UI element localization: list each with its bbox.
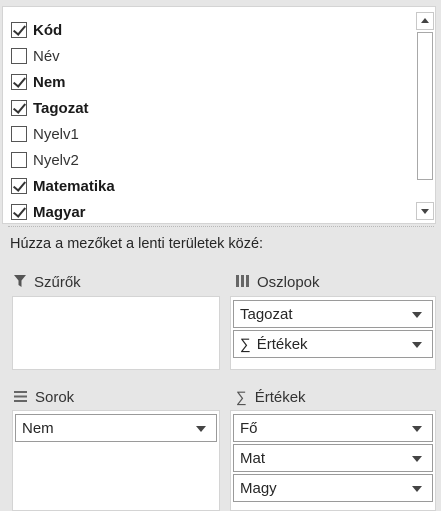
dropdown-arrow-icon[interactable]	[412, 342, 422, 348]
values-field-mat[interactable]: Mat	[233, 444, 433, 472]
rows-icon	[14, 389, 27, 405]
dropdown-arrow-icon[interactable]	[412, 312, 422, 318]
field-list[interactable]: Kód Név Nem Tagozat Nyelv1 Nyelv2 Matema…	[2, 6, 436, 224]
columns-field-tagozat[interactable]: Tagozat	[233, 300, 433, 328]
field-label: Nem	[33, 73, 66, 91]
checkbox-checked[interactable]	[11, 74, 27, 90]
filters-area-title: Szűrők	[34, 273, 81, 291]
divider	[8, 226, 434, 227]
columns-icon	[236, 274, 249, 290]
rows-area-header: Sorok	[14, 385, 74, 409]
filters-drop-zone[interactable]	[12, 296, 220, 370]
values-area-header: ∑ Értékek	[236, 385, 306, 409]
dropdown-arrow-icon[interactable]	[196, 426, 206, 432]
field-item-nev[interactable]: Név	[11, 43, 60, 69]
dropdown-arrow-icon[interactable]	[412, 426, 422, 432]
field-label: Kód	[33, 21, 63, 39]
field-label: Név	[33, 47, 60, 65]
columns-drop-zone[interactable]: Tagozat ∑ Értékek	[230, 296, 436, 370]
columns-area-title: Oszlopok	[257, 273, 320, 291]
filter-icon	[14, 274, 26, 290]
dropdown-arrow-icon[interactable]	[412, 456, 422, 462]
scroll-up-button[interactable]	[416, 12, 434, 30]
field-pill-label: Értékek	[256, 335, 308, 353]
instruction-text: Húzza a mezőket a lenti területek közé:	[10, 236, 264, 252]
field-label: Nyelv1	[33, 125, 79, 143]
checkbox-unchecked[interactable]	[11, 48, 27, 64]
columns-field-ertekek[interactable]: ∑ Értékek	[233, 330, 433, 358]
values-drop-zone[interactable]: Fő Mat Magy	[230, 410, 436, 511]
checkbox-unchecked[interactable]	[11, 152, 27, 168]
field-item-kod[interactable]: Kód	[11, 17, 62, 43]
field-item-matematika[interactable]: Matematika	[11, 173, 115, 199]
field-item-nyelv1[interactable]: Nyelv1	[11, 121, 79, 147]
field-pill-label: Mat	[240, 449, 266, 467]
values-area-title: Értékek	[254, 388, 306, 406]
filters-area-header: Szűrők	[14, 270, 81, 294]
checkbox-checked[interactable]	[11, 178, 27, 194]
field-label: Matematika	[33, 177, 115, 195]
checkbox-checked[interactable]	[11, 204, 27, 220]
values-field-fo[interactable]: Fő	[233, 414, 433, 442]
rows-field-nem[interactable]: Nem	[15, 414, 217, 442]
field-item-magyar[interactable]: Magyar	[11, 199, 86, 225]
scroll-down-button[interactable]	[416, 202, 434, 220]
scroll-thumb[interactable]	[417, 32, 433, 180]
field-label: Tagozat	[33, 99, 89, 117]
field-pill-label: Tagozat	[240, 305, 293, 323]
field-list-scrollbar[interactable]	[416, 12, 434, 220]
field-pill-label: Nem	[22, 419, 54, 437]
field-item-nem[interactable]: Nem	[11, 69, 66, 95]
sigma-icon: ∑	[240, 335, 251, 353]
columns-area-header: Oszlopok	[236, 270, 320, 294]
rows-drop-zone[interactable]: Nem	[12, 410, 220, 511]
checkbox-checked[interactable]	[11, 100, 27, 116]
field-pill-label: Fő	[240, 419, 258, 437]
rows-area-title: Sorok	[35, 388, 75, 406]
values-field-magy[interactable]: Magy	[233, 474, 433, 502]
checkbox-unchecked[interactable]	[11, 126, 27, 142]
field-label: Magyar	[33, 203, 86, 221]
field-label: Nyelv2	[33, 151, 79, 169]
sigma-icon: ∑	[236, 388, 247, 406]
field-item-nyelv2[interactable]: Nyelv2	[11, 147, 79, 173]
field-item-tagozat[interactable]: Tagozat	[11, 95, 89, 121]
dropdown-arrow-icon[interactable]	[412, 486, 422, 492]
field-pill-label: Magy	[240, 479, 277, 497]
checkbox-checked[interactable]	[11, 22, 27, 38]
